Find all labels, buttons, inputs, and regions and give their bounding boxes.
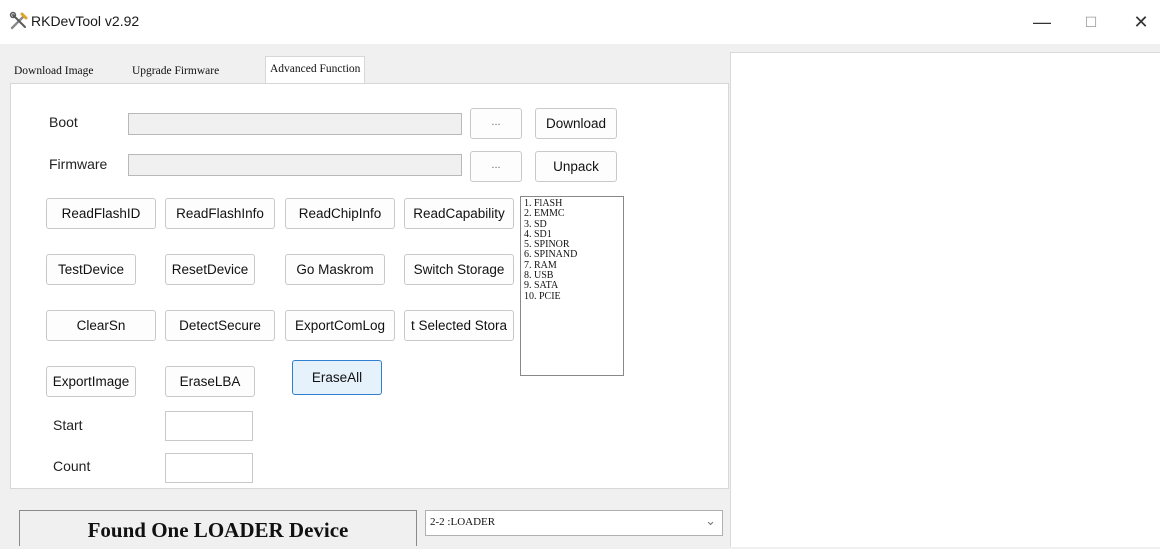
boot-label: Boot bbox=[49, 114, 78, 130]
start-label: Start bbox=[53, 417, 83, 433]
export-image-button[interactable]: ExportImage bbox=[46, 366, 136, 397]
erase-lba-button[interactable]: EraseLBA bbox=[165, 366, 255, 397]
firmware-path-field[interactable] bbox=[128, 154, 462, 176]
firmware-label: Firmware bbox=[49, 156, 108, 172]
boot-browse-button[interactable]: ... bbox=[470, 108, 522, 139]
device-status: Found One LOADER Device bbox=[19, 510, 417, 546]
tab-upgrade-firmware[interactable]: Upgrade Firmware bbox=[128, 60, 223, 82]
read-flash-id-button[interactable]: ReadFlashID bbox=[46, 198, 156, 229]
download-button[interactable]: Download bbox=[535, 108, 617, 139]
read-chip-info-button[interactable]: ReadChipInfo bbox=[285, 198, 395, 229]
window-title: RKDevTool v2.92 bbox=[31, 13, 140, 29]
log-panel[interactable] bbox=[730, 52, 1160, 547]
list-item[interactable]: 10. PCIE bbox=[524, 291, 623, 302]
boot-path-field[interactable] bbox=[128, 113, 462, 135]
start-input[interactable] bbox=[165, 411, 253, 441]
chevron-down-icon[interactable]: ⌄ bbox=[705, 511, 716, 533]
device-select-value: 2-2 :LOADER bbox=[430, 516, 496, 528]
maximize-button[interactable]: ☐ bbox=[1074, 8, 1108, 36]
detect-secure-button[interactable]: DetectSecure bbox=[165, 310, 275, 341]
count-label: Count bbox=[53, 458, 91, 474]
tab-download-image[interactable]: Download Image bbox=[10, 60, 98, 82]
close-button[interactable]: ✕ bbox=[1124, 8, 1158, 36]
minimize-button[interactable]: — bbox=[1025, 8, 1059, 36]
read-flash-info-button[interactable]: ReadFlashInfo bbox=[165, 198, 275, 229]
count-input[interactable] bbox=[165, 453, 253, 483]
storage-type-list[interactable]: 1. FlASH 2. EMMC 3. SD 4. SD1 5. SPINOR … bbox=[520, 196, 624, 376]
unpack-button[interactable]: Unpack bbox=[535, 151, 617, 182]
rk-tools-icon bbox=[9, 11, 28, 30]
reset-device-button[interactable]: ResetDevice bbox=[165, 254, 255, 285]
main-panel: Download Image Upgrade Firmware Advanced… bbox=[0, 44, 729, 546]
clear-sn-button[interactable]: ClearSn bbox=[46, 310, 156, 341]
firmware-browse-button[interactable]: ... bbox=[470, 151, 522, 182]
select-storage-button[interactable]: t Selected Stora bbox=[404, 310, 514, 341]
switch-storage-button[interactable]: Switch Storage bbox=[404, 254, 514, 285]
title-bar: RKDevTool v2.92 — ☐ ✕ bbox=[0, 0, 1160, 44]
test-device-button[interactable]: TestDevice bbox=[46, 254, 136, 285]
erase-all-button[interactable]: EraseAll bbox=[292, 360, 382, 395]
go-maskrom-button[interactable]: Go Maskrom bbox=[285, 254, 385, 285]
device-select[interactable]: 2-2 :LOADER ⌄ bbox=[425, 510, 723, 536]
advanced-function-content: Boot ... Download Firmware ... Unpack Re… bbox=[10, 83, 729, 489]
read-capability-button[interactable]: ReadCapability bbox=[404, 198, 514, 229]
tab-advanced-function[interactable]: Advanced Function bbox=[265, 56, 366, 84]
export-com-log-button[interactable]: ExportComLog bbox=[285, 310, 395, 341]
